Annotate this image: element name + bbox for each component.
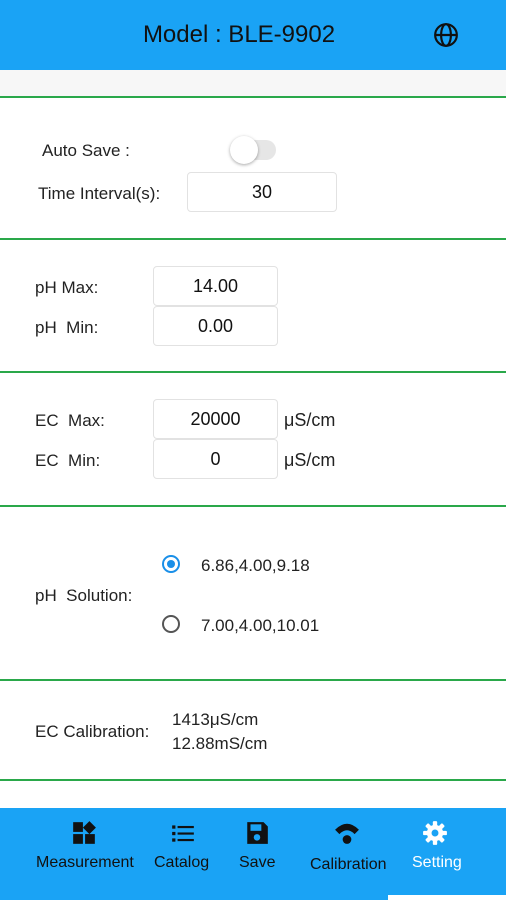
globe-icon[interactable]: [433, 22, 459, 48]
auto-save-label: Auto Save :: [42, 141, 130, 160]
ec-max-label: EC Max:: [35, 411, 105, 430]
ec-min-input[interactable]: 0: [153, 439, 278, 479]
section-divider: [0, 505, 506, 507]
nav-label-calibration: Calibration: [310, 856, 387, 873]
nav-label-measurement: Measurement: [36, 854, 134, 871]
app-header: Model : BLE-9902: [0, 0, 506, 70]
floppy-disk-icon: [247, 822, 268, 844]
nav-label-save: Save: [239, 854, 276, 871]
section-divider: [0, 371, 506, 373]
section-divider: [0, 96, 506, 98]
section-divider: [0, 238, 506, 240]
page-title: Model : BLE-9902: [142, 21, 336, 48]
list-icon: [172, 825, 194, 842]
nav-label-setting: Setting: [412, 854, 462, 871]
nav-label-catalog: Catalog: [154, 854, 210, 871]
ph-max-label: pH Max:: [35, 278, 99, 297]
header-gap: [0, 70, 506, 96]
signal-icon: [335, 823, 359, 844]
nav-item-catalog[interactable]: Catalog: [150, 808, 220, 900]
ec-min-unit: μS/cm: [284, 450, 336, 470]
gear-icon: [423, 821, 447, 845]
ec-min-label: EC Min:: [35, 451, 101, 470]
auto-save-toggle-knob[interactable]: [230, 136, 258, 164]
solution-radio-1[interactable]: [162, 555, 180, 573]
time-interval-label: Time Interval(s):: [38, 184, 161, 203]
ec-max-input[interactable]: 20000: [153, 399, 278, 439]
nav-item-calibration[interactable]: Calibration: [306, 808, 396, 900]
dashboard-icon: [73, 821, 96, 844]
ph-max-input[interactable]: 14.00: [153, 266, 278, 306]
ph-min-label: pH Min:: [35, 318, 99, 337]
nav-item-setting[interactable]: Setting: [400, 808, 490, 900]
time-interval-input[interactable]: 30: [187, 172, 337, 212]
section-divider: [0, 679, 506, 681]
ph-solution-label: pH Solution:: [35, 586, 133, 605]
ph-min-input[interactable]: 0.00: [153, 306, 278, 346]
nav-item-save[interactable]: Save: [230, 808, 288, 900]
section-divider: [0, 779, 506, 781]
solution-option-2[interactable]: 7.00,4.00,10.01: [201, 616, 319, 636]
ec-calibration-value-1: 1413μS/cm: [172, 710, 259, 729]
ec-calibration-label: EC Calibration:: [35, 722, 150, 741]
bottom-navigation: Measurement Catalog Save Calibration Set…: [0, 808, 506, 900]
solution-radio-2[interactable]: [162, 615, 180, 633]
active-tab-indicator: [388, 895, 506, 900]
ec-calibration-value-2: 12.88mS/cm: [172, 734, 268, 753]
ec-max-unit: μS/cm: [284, 410, 336, 430]
solution-option-1[interactable]: 6.86,4.00,9.18: [201, 556, 310, 576]
